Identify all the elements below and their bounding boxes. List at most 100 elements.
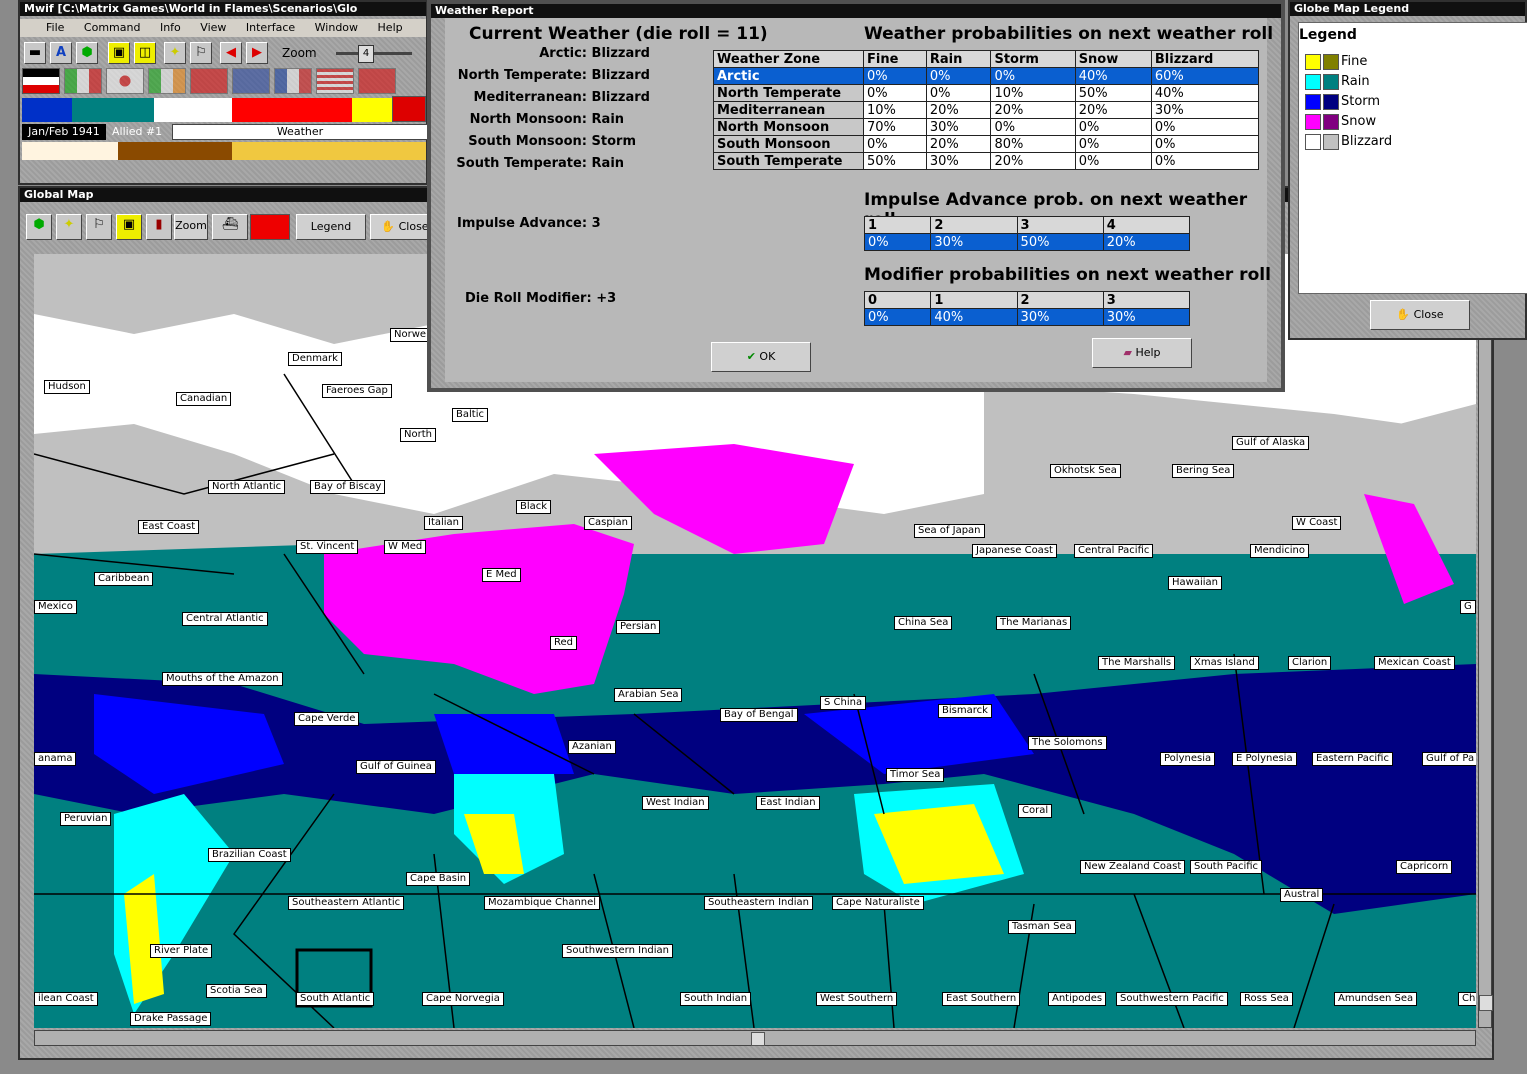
font-a-icon[interactable]: A	[50, 42, 72, 64]
sea-label[interactable]: New Zealand Coast	[1080, 860, 1186, 874]
sea-label[interactable]: Drake Passage	[130, 1012, 212, 1026]
sea-label[interactable]: Caribbean	[94, 572, 154, 586]
flag-japan[interactable]	[106, 68, 144, 94]
sea-label[interactable]: Arabian Sea	[614, 688, 683, 702]
unit-icon[interactable]: ▬	[24, 42, 46, 64]
hex-icon[interactable]: ⬢	[76, 42, 98, 64]
sea-label[interactable]: Antipodes	[1048, 992, 1107, 1006]
sea-label[interactable]: Polynesia	[1160, 752, 1216, 766]
figure-icon[interactable]: ▮	[146, 214, 172, 240]
sea-label[interactable]: West Southern	[816, 992, 898, 1006]
table-row[interactable]: 0% 30% 50% 20%	[863, 233, 1191, 251]
sea-label[interactable]: anama	[34, 752, 77, 766]
sea-label[interactable]: River Plate	[150, 944, 213, 958]
sea-label[interactable]: Central Pacific	[1074, 544, 1154, 558]
sea-label[interactable]: Gulf of Pa	[1422, 752, 1476, 766]
sea-label[interactable]: Southwestern Pacific	[1116, 992, 1228, 1006]
table-row[interactable]: 0% 40% 30% 30%	[863, 308, 1191, 326]
sea-label[interactable]: Baltic	[452, 408, 488, 422]
sea-label[interactable]: Cape Norvegia	[422, 992, 504, 1006]
sea-label[interactable]: W Coast	[1292, 516, 1342, 530]
flag-icon[interactable]: ⚐	[86, 214, 112, 240]
sea-label[interactable]: The Solomons	[1028, 736, 1107, 750]
table-row-arctic[interactable]: Arctic 0% 0% 0% 40% 60%	[713, 67, 1260, 85]
arrow-right-icon[interactable]: ▶	[246, 42, 268, 64]
sea-label[interactable]: E Polynesia	[1232, 752, 1297, 766]
sea-label[interactable]: Capricorn	[1396, 860, 1453, 874]
sea-label[interactable]: Mozambique Channel	[484, 896, 601, 910]
arrow-left-icon[interactable]: ◀	[220, 42, 242, 64]
flag-china[interactable]	[190, 68, 228, 94]
sea-label[interactable]: Timor Sea	[886, 768, 945, 782]
ship-icon[interactable]: ⛴	[212, 214, 248, 240]
menu-file[interactable]: File	[46, 21, 64, 34]
sea-label[interactable]: ilean Coast	[34, 992, 98, 1006]
help-button[interactable]: ▰ Help	[1092, 338, 1192, 368]
sea-label[interactable]: Coral	[1018, 804, 1053, 818]
sea-label[interactable]: Hudson	[44, 380, 90, 394]
sea-label[interactable]: Southwestern Indian	[562, 944, 674, 958]
sea-label[interactable]: Brazilian Coast	[208, 848, 291, 862]
vertical-scrollbar[interactable]	[1478, 254, 1493, 1028]
sea-label[interactable]: Southeastern Indian	[704, 896, 813, 910]
sea-label[interactable]: Bismarck	[938, 704, 992, 718]
sea-label[interactable]: Bay of Biscay	[310, 480, 386, 494]
hex-icon[interactable]: ⬢	[26, 214, 52, 240]
sea-label[interactable]: E Med	[482, 568, 521, 582]
table-row-north-monsoon[interactable]: North Monsoon 70% 30% 0% 0% 0%	[713, 118, 1260, 136]
menu-view[interactable]: View	[200, 21, 226, 34]
sea-label[interactable]: Mexico	[34, 600, 77, 614]
vertical-scrollbar-thumb[interactable]	[1479, 995, 1493, 1011]
sea-label[interactable]: Black	[516, 500, 552, 514]
sea-label[interactable]: China Sea	[894, 616, 953, 630]
sea-label[interactable]: South Pacific	[1190, 860, 1263, 874]
sea-label[interactable]: W Med	[384, 540, 427, 554]
menu-help[interactable]: Help	[378, 21, 403, 34]
star-icon[interactable]: ✦	[56, 214, 82, 240]
flag-france[interactable]	[274, 68, 312, 94]
sea-label[interactable]: East Indian	[756, 796, 820, 810]
target-icon[interactable]: ▣	[116, 214, 142, 240]
table-row-south-monsoon[interactable]: South Monsoon 0% 20% 80% 0% 0%	[713, 135, 1260, 153]
sea-label[interactable]: Caspian	[584, 516, 632, 530]
zoom-slider[interactable]	[336, 52, 412, 55]
sea-label[interactable]: Mouths of the Amazon	[162, 672, 283, 686]
sea-label[interactable]: Canadian	[176, 392, 232, 406]
sea-label[interactable]: Cape Verde	[294, 712, 360, 726]
sea-label[interactable]: Persian	[616, 620, 661, 634]
horizontal-scrollbar[interactable]	[34, 1030, 1476, 1046]
flag-italy[interactable]	[64, 68, 102, 94]
table-row-south-temperate[interactable]: South Temperate 50% 30% 20% 0% 0%	[713, 152, 1260, 170]
sea-label[interactable]: East Coast	[138, 520, 200, 534]
sea-label[interactable]: Mendicino	[1250, 544, 1309, 558]
sea-label[interactable]: East Southern	[942, 992, 1021, 1006]
table-row-mediterranean[interactable]: Mediterranean 10% 20% 20% 20% 30%	[713, 101, 1260, 119]
sea-label[interactable]: West Indian	[642, 796, 709, 810]
zoom-slider-thumb[interactable]: 4	[358, 45, 374, 63]
menu-info[interactable]: Info	[160, 21, 181, 34]
sea-label[interactable]: Tasman Sea	[1008, 920, 1076, 934]
menu-command[interactable]: Command	[84, 21, 141, 34]
flag-britain[interactable]	[232, 68, 270, 94]
table-row-north-temperate[interactable]: North Temperate 0% 0% 10% 50% 40%	[713, 84, 1260, 102]
sea-label[interactable]: The Marshalls	[1098, 656, 1176, 670]
sea-label[interactable]: Peruvian	[60, 812, 112, 826]
sea-label[interactable]: North	[400, 428, 436, 442]
sea-label[interactable]: Gulf of Guinea	[356, 760, 436, 774]
menu-window[interactable]: Window	[315, 21, 358, 34]
zoom-button[interactable]: Zoom	[174, 214, 208, 240]
sea-label[interactable]: Southeastern Atlantic	[288, 896, 405, 910]
legend-button[interactable]: Legend	[296, 214, 366, 240]
sea-label[interactable]: Denmark	[288, 352, 342, 366]
sea-label[interactable]: Chi	[1458, 992, 1476, 1006]
horizontal-scrollbar-thumb[interactable]	[751, 1032, 765, 1046]
menu-interface[interactable]: Interface	[246, 21, 295, 34]
sea-label[interactable]: Sea of Japan	[914, 524, 985, 538]
sea-label[interactable]: South Atlantic	[296, 992, 375, 1006]
sea-label[interactable]: Red	[550, 636, 577, 650]
legend-close-button[interactable]: ✋ Close	[1370, 300, 1470, 330]
sea-label[interactable]: Norwe	[390, 328, 431, 342]
flag-icon[interactable]: ⚐	[190, 42, 212, 64]
flag-germany[interactable]	[22, 68, 60, 94]
star-icon[interactable]: ✦	[164, 42, 186, 64]
